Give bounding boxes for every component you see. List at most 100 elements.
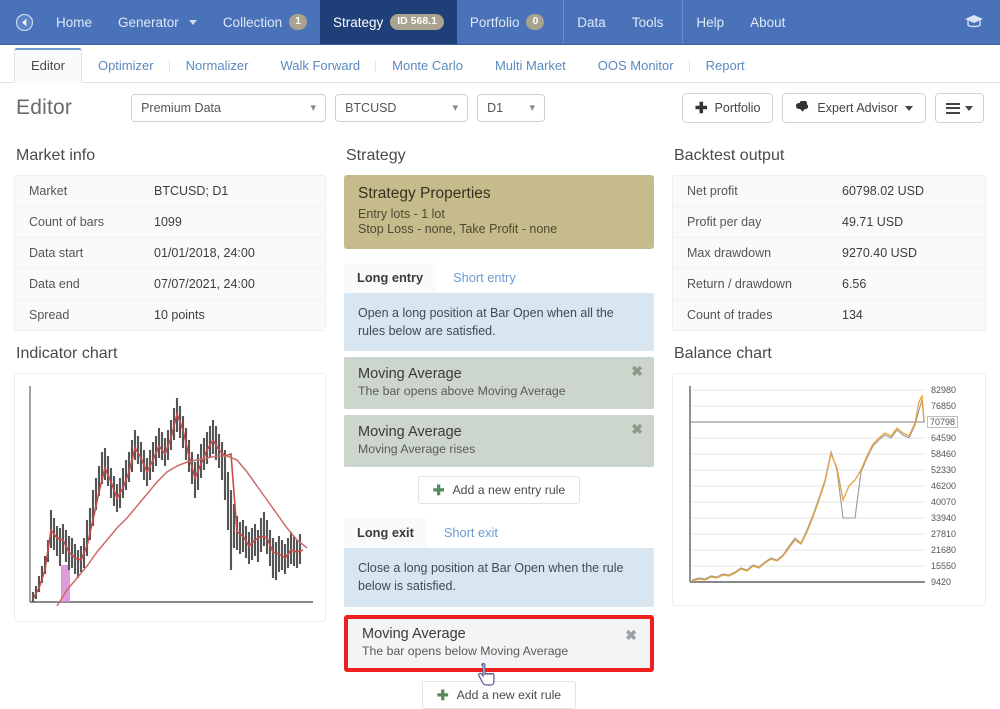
data-source-value: Premium Data (141, 101, 296, 115)
nav-item-collection[interactable]: Collection 1 (210, 0, 320, 44)
entry-rule-card[interactable]: ✖ Moving Average Moving Average rises (344, 415, 654, 467)
symbol-select[interactable]: BTCUSD ▾ (335, 94, 468, 122)
expert-advisor-label: Expert Advisor (817, 101, 898, 115)
academy-button[interactable] (948, 0, 1000, 44)
collection-count-badge: 1 (289, 14, 307, 30)
nav-item-portfolio[interactable]: Portfolio 0 (457, 0, 557, 44)
tab-label: Report (706, 58, 745, 73)
nav-item-help[interactable]: Help (682, 0, 737, 44)
tab-label: Optimizer (98, 58, 154, 73)
timeframe-select[interactable]: D1 ▾ (477, 94, 545, 122)
nav-label: Collection (223, 15, 282, 30)
y-tick-label: 33940 (931, 513, 956, 523)
nav-item-home[interactable]: Home (43, 0, 105, 44)
tab-long-exit[interactable]: Long exit (344, 518, 427, 548)
mouse-cursor-pointer-icon (478, 663, 498, 692)
y-tick-label: 21680 (931, 545, 956, 555)
nav-item-strategy[interactable]: Strategy ID 568.1 (320, 0, 457, 44)
remove-rule-icon[interactable]: ✖ (631, 364, 643, 378)
row-value: 6.56 (842, 277, 866, 291)
add-entry-rule-wrapper: ✚ Add a new entry rule (344, 476, 654, 504)
row-value: 10 points (154, 308, 205, 322)
more-menu-button[interactable] (935, 93, 984, 123)
backtest-output-title: Backtest output (674, 147, 986, 165)
nav-label: Home (56, 15, 92, 30)
row-value: BTCUSD; D1 (154, 184, 228, 198)
rule-description: Moving Average rises (358, 442, 640, 456)
tab-short-exit[interactable]: Short exit (431, 518, 511, 548)
y-current-value-label: 70798 (927, 416, 958, 428)
tab-short-entry[interactable]: Short entry (440, 263, 529, 293)
row-key: Spread (29, 308, 154, 322)
page-title: Editor (16, 96, 72, 120)
exit-rule-card[interactable]: ✖ Moving Average The bar opens below Mov… (344, 615, 654, 672)
nav-label: Data (577, 15, 606, 30)
nav-item-about[interactable]: About (737, 0, 798, 44)
y-tick-label: 76850 (931, 401, 956, 411)
row-key: Market (29, 184, 154, 198)
tab-label: Short exit (444, 525, 498, 540)
y-tick-label: 52330 (931, 465, 956, 475)
nav-item-generator[interactable]: Generator (105, 0, 210, 44)
left-column: Market info Market BTCUSD; D1 Count of b… (14, 133, 326, 622)
strategy-properties-card[interactable]: Strategy Properties Entry lots - 1 lot S… (344, 175, 654, 249)
add-entry-rule-button[interactable]: ✚ Add a new entry rule (418, 476, 581, 504)
graduation-cap-icon (964, 13, 984, 32)
tab-editor[interactable]: Editor (14, 48, 82, 83)
expert-advisor-button[interactable]: Expert Advisor (782, 93, 926, 123)
back-button[interactable] (0, 0, 43, 44)
tab-normalizer[interactable]: Normalizer (170, 50, 265, 82)
entry-rule-card[interactable]: ✖ Moving Average The bar opens above Mov… (344, 357, 654, 409)
tab-label: OOS Monitor (598, 58, 674, 73)
nav-item-tools[interactable]: Tools (619, 0, 677, 44)
caret-down-icon (905, 106, 913, 111)
nav-item-data[interactable]: Data (563, 0, 619, 44)
add-exit-rule-button[interactable]: ✚ Add a new exit rule (422, 681, 576, 709)
exit-condition-note: Close a long position at Bar Open when t… (344, 548, 654, 606)
row-key: Net profit (687, 184, 842, 198)
row-key: Return / drawdown (687, 277, 842, 291)
table-row: Count of bars 1099 (15, 207, 325, 238)
add-to-portfolio-button[interactable]: ✚ Portfolio (682, 93, 773, 123)
row-key: Count of bars (29, 215, 154, 229)
nav-label: Strategy (333, 15, 383, 30)
tab-oos-monitor[interactable]: OOS Monitor (582, 50, 690, 82)
tab-multi-market[interactable]: Multi Market (479, 50, 582, 82)
y-tick-label: 15550 (931, 561, 956, 571)
strategy-properties-heading: Strategy Properties (358, 185, 640, 203)
tab-label: Normalizer (186, 58, 249, 73)
tab-walk-forward[interactable]: Walk Forward (264, 50, 376, 82)
remove-rule-icon[interactable]: ✖ (631, 422, 643, 436)
hamburger-icon (946, 100, 960, 116)
strategy-column: Strategy Strategy Properties Entry lots … (344, 133, 654, 709)
remove-rule-icon[interactable]: ✖ (625, 628, 637, 642)
caret-down-icon (965, 106, 973, 111)
table-row: Net profit 60798.02 USD (673, 176, 985, 207)
exit-direction-tabs: Long exit Short exit (344, 518, 654, 548)
cloud-download-icon (795, 101, 810, 116)
tab-label: Long exit (357, 525, 414, 540)
row-value: 49.71 USD (842, 215, 903, 229)
tab-long-entry[interactable]: Long entry (344, 263, 436, 293)
indicator-chart-svg (21, 380, 319, 612)
tab-report[interactable]: Report (690, 50, 761, 82)
rule-description: The bar opens below Moving Average (362, 644, 636, 658)
add-exit-rule-label: Add a new exit rule (457, 688, 562, 702)
tab-label: Walk Forward (280, 58, 360, 73)
row-key: Data start (29, 246, 154, 260)
row-value: 07/07/2021, 24:00 (154, 277, 255, 291)
table-row: Count of trades 134 (673, 300, 985, 330)
balance-chart-title: Balance chart (674, 345, 986, 363)
row-value: 134 (842, 308, 863, 322)
y-tick-label: 9420 (931, 577, 951, 587)
tab-monte-carlo[interactable]: Monte Carlo (376, 50, 479, 82)
plus-icon: ✚ (695, 101, 708, 116)
data-source-select[interactable]: Premium Data ▾ (131, 94, 326, 122)
tab-optimizer[interactable]: Optimizer (82, 50, 170, 82)
balance-chart-wrapper: 82980 76850 70798 64590 58460 52330 4620… (679, 380, 979, 599)
portfolio-button-label: Portfolio (715, 101, 761, 115)
nav-spacer (798, 0, 948, 44)
indicator-chart-card[interactable] (14, 373, 326, 622)
balance-chart-card[interactable]: 82980 76850 70798 64590 58460 52330 4620… (672, 373, 986, 606)
y-tick-label: 64590 (931, 433, 956, 443)
